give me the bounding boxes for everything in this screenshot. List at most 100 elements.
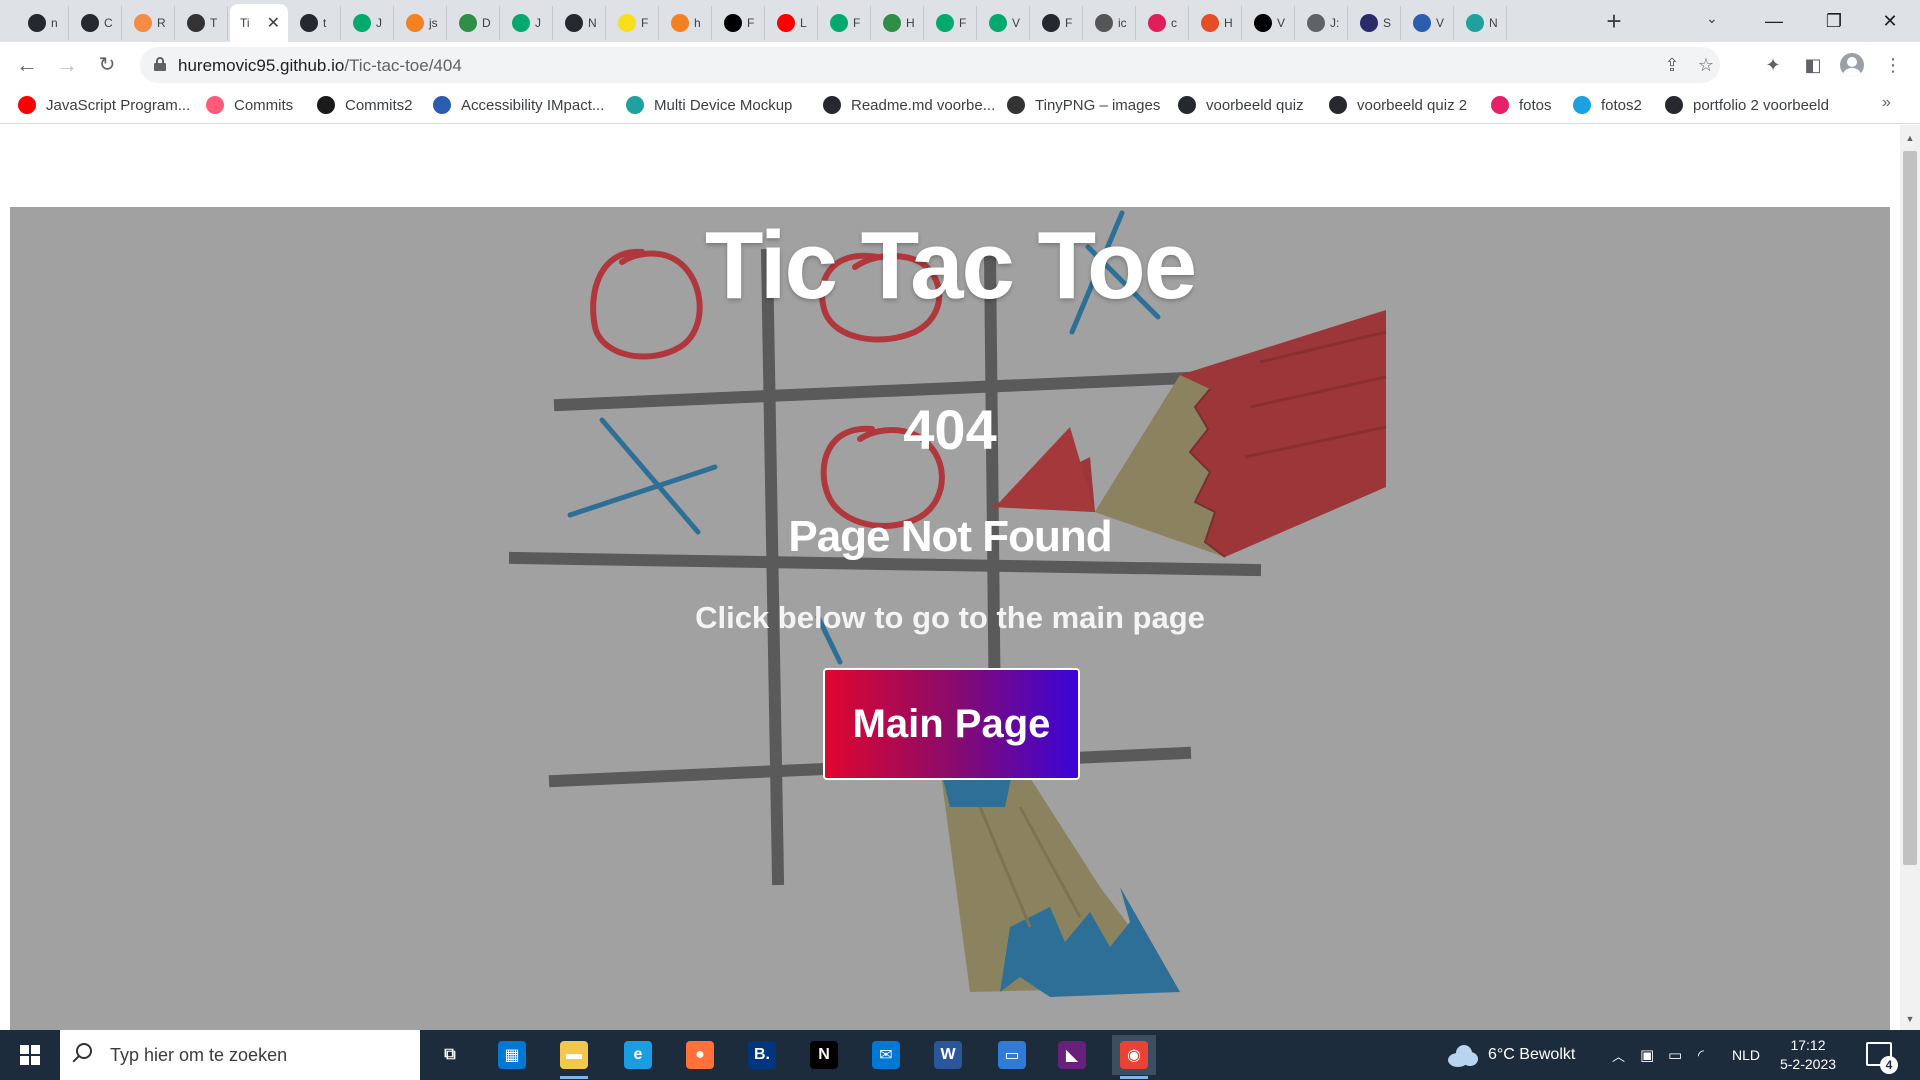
- browser-tab[interactable]: V: [979, 6, 1030, 40]
- tab-label: V: [1012, 16, 1021, 30]
- taskbar-app-edge[interactable]: e: [616, 1035, 660, 1075]
- browser-tab[interactable]: C: [71, 6, 122, 40]
- browser-tab[interactable]: L: [767, 6, 818, 40]
- bookmark-item[interactable]: fotos2: [1573, 96, 1642, 114]
- new-tab-button[interactable]: +: [1600, 8, 1628, 36]
- extensions-puzzle-icon[interactable]: ✦: [1760, 52, 1786, 78]
- url-text[interactable]: huremovic95.github.io/Tic-tac-toe/404: [178, 56, 462, 76]
- close-tab-icon[interactable]: ✕: [267, 13, 280, 33]
- bookmark-item[interactable]: JavaScript Program...: [18, 96, 190, 114]
- bookmark-item[interactable]: Readme.md voorbe...: [823, 96, 995, 114]
- github-icon: [565, 14, 583, 32]
- more-bookmarks-icon[interactable]: »: [1882, 94, 1891, 112]
- taskbar-search-box[interactable]: Typ hier om te zoeken: [60, 1030, 420, 1080]
- taskbar-app-booking[interactable]: B.: [740, 1035, 784, 1075]
- browser-tab[interactable]: D: [449, 6, 500, 40]
- browser-tab[interactable]: F: [820, 6, 871, 40]
- globe-icon: [1307, 14, 1325, 32]
- back-arrow-icon[interactable]: ←: [12, 50, 42, 80]
- tab-strip: + ⌄ — ❐ ✕ n C R T Ti ✕ t Jjs D J N Fh F L F H F V Fic c H V J:…: [0, 0, 1920, 42]
- menu-kebab-icon[interactable]: ⋮: [1880, 52, 1906, 78]
- whiteboard-icon: ▭: [998, 1041, 1026, 1069]
- browser-tab[interactable]: T: [177, 6, 228, 40]
- share-icon[interactable]: ⇪: [1660, 53, 1684, 77]
- bookmark-star-icon[interactable]: ☆: [1694, 53, 1718, 77]
- bookmark-item[interactable]: fotos: [1491, 96, 1552, 114]
- browser-tab[interactable]: js: [396, 6, 447, 40]
- taskbar-app-netflix[interactable]: N: [802, 1035, 846, 1075]
- meet-now-icon[interactable]: ▣: [1640, 1030, 1654, 1080]
- taskbar-app-mail[interactable]: ✉: [864, 1035, 908, 1075]
- weather-cloud-icon[interactable]: [1448, 1043, 1478, 1067]
- browser-tab[interactable]: n: [18, 6, 69, 40]
- browser-tab[interactable]: Ti ✕: [230, 4, 288, 42]
- close-window-button[interactable]: ✕: [1862, 4, 1918, 38]
- address-bar[interactable]: huremovic95.github.io/Tic-tac-toe/404 ⇪ …: [140, 47, 1720, 83]
- w3schools-icon: [512, 14, 530, 32]
- page-scrollbar[interactable]: ▲ ▼: [1900, 125, 1920, 1030]
- taskbar-app-firefox[interactable]: ●: [678, 1035, 722, 1075]
- netflix-icon: N: [810, 1041, 838, 1069]
- browser-tab[interactable]: J: [343, 6, 394, 40]
- restore-button[interactable]: ❐: [1806, 4, 1862, 38]
- profile-avatar[interactable]: [1840, 53, 1864, 77]
- wifi-icon[interactable]: ◜: [1698, 1030, 1704, 1080]
- browser-tab[interactable]: J: [502, 6, 553, 40]
- taskbar-app-chrome[interactable]: ◉: [1112, 1035, 1156, 1079]
- bookmark-item[interactable]: voorbeeld quiz: [1178, 96, 1304, 114]
- taskbar-app-task-view[interactable]: ⧉: [428, 1035, 472, 1075]
- scroll-down-arrow-icon[interactable]: ▼: [1904, 1014, 1916, 1028]
- forward-arrow-icon[interactable]: →: [52, 50, 82, 80]
- taskbar-app-file-explorer[interactable]: ▬: [552, 1035, 596, 1079]
- scroll-thumb[interactable]: [1903, 151, 1917, 865]
- browser-tab[interactable]: h: [661, 6, 712, 40]
- browser-tab[interactable]: H: [873, 6, 924, 40]
- clock[interactable]: 17:12 5-2-2023: [1776, 1036, 1840, 1074]
- browser-tab[interactable]: F: [926, 6, 977, 40]
- bookmark-item[interactable]: TinyPNG – images: [1007, 96, 1160, 114]
- bookmark-item[interactable]: Commits2: [317, 96, 413, 114]
- x-mark-left-stroke-b: [567, 464, 718, 518]
- tab-label: F: [959, 16, 967, 30]
- browser-tab[interactable]: H: [1191, 6, 1242, 40]
- start-button[interactable]: [0, 1030, 60, 1080]
- browser-tab[interactable]: N: [555, 6, 606, 40]
- clock-time: 17:12: [1790, 1037, 1826, 1053]
- language-indicator[interactable]: NLD: [1732, 1030, 1760, 1080]
- browser-tab[interactable]: N: [1456, 6, 1507, 40]
- scroll-up-arrow-icon[interactable]: ▲: [1904, 133, 1916, 147]
- browser-tab[interactable]: V: [1244, 6, 1295, 40]
- main-page-button[interactable]: Main Page: [823, 668, 1080, 780]
- browser-tab[interactable]: S: [1350, 6, 1401, 40]
- lock-icon[interactable]: [154, 57, 166, 71]
- browser-tab[interactable]: R: [124, 6, 175, 40]
- bookmark-item[interactable]: Commits: [206, 96, 293, 114]
- browser-tab[interactable]: ic: [1085, 6, 1136, 40]
- taskbar-app-whiteboard[interactable]: ▭: [990, 1035, 1034, 1075]
- taskbar-app-visual-studio[interactable]: ◣: [1050, 1035, 1094, 1075]
- tab-label: n: [51, 16, 58, 30]
- browser-tab[interactable]: t: [290, 6, 341, 40]
- reload-icon[interactable]: ↻: [92, 50, 122, 80]
- bookmark-item[interactable]: Multi Device Mockup: [626, 96, 792, 114]
- side-panel-icon[interactable]: ◧: [1800, 52, 1826, 78]
- show-hidden-icons-chevron-icon[interactable]: ︿: [1612, 1030, 1625, 1080]
- taskbar-app-word[interactable]: W: [926, 1035, 970, 1075]
- taskbar-app-microsoft-store[interactable]: ▦: [490, 1035, 534, 1075]
- browser-tab[interactable]: F: [714, 6, 765, 40]
- browser-tab[interactable]: c: [1138, 6, 1189, 40]
- bookmark-item[interactable]: Accessibility IMpact...: [433, 96, 604, 114]
- battery-icon[interactable]: ▭: [1668, 1030, 1682, 1080]
- bookmarks-bar: » JavaScript Program... Commits Commits2 Ac…: [0, 88, 1920, 124]
- browser-tab[interactable]: J:: [1297, 6, 1348, 40]
- weather-text[interactable]: 6°C Bewolkt: [1488, 1030, 1575, 1080]
- browser-tab[interactable]: V: [1403, 6, 1454, 40]
- tab-search-icon[interactable]: ⌄: [1706, 10, 1718, 27]
- bookmark-item[interactable]: portfolio 2 voorbeeld: [1665, 96, 1829, 114]
- browser-tab[interactable]: F: [608, 6, 659, 40]
- bookmark-item[interactable]: voorbeeld quiz 2: [1329, 96, 1467, 114]
- browser-tab[interactable]: F: [1032, 6, 1083, 40]
- bookmark-label: voorbeeld quiz: [1206, 96, 1304, 114]
- w3schools-icon: [353, 14, 371, 32]
- minimize-button[interactable]: —: [1746, 4, 1802, 38]
